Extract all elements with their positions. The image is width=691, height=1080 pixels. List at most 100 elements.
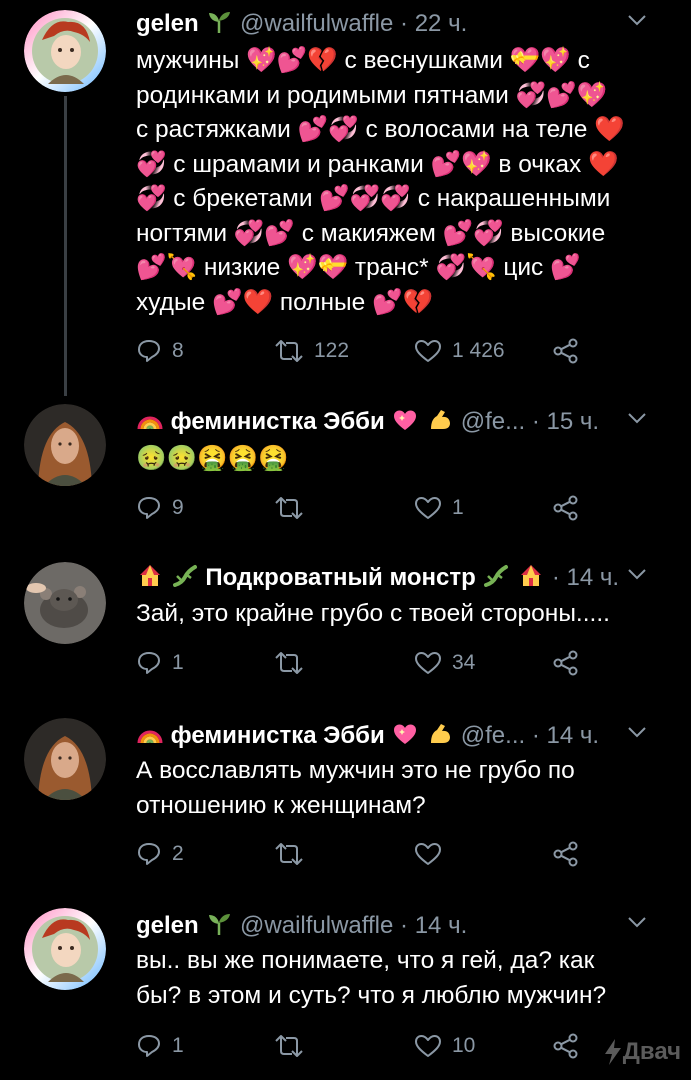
tweet-text-line: 💕💘 низкие 💖💝 транс* 💞💘 цис 💕 (136, 254, 581, 281)
rainbow-icon (137, 416, 163, 430)
retweet-icon (275, 340, 303, 362)
timestamp[interactable]: 15 ч. (547, 408, 600, 435)
reply-button[interactable]: 8 (136, 336, 184, 366)
retweet-button[interactable] (274, 648, 304, 678)
sparkling-heart-icon (394, 724, 417, 744)
separator-dot: · (400, 10, 409, 37)
reply-button[interactable]: 1 (136, 648, 184, 678)
sprout-icon (209, 12, 231, 33)
timestamp[interactable]: 14 ч. (547, 722, 600, 749)
user-handle[interactable]: @fe... (461, 722, 525, 749)
lizard-icon (484, 565, 509, 587)
display-name[interactable]: gelen (136, 10, 199, 37)
retweet-button[interactable]: 122 (274, 336, 349, 366)
tweet-text: А восславлять мужчин это не грубо по отн… (136, 754, 666, 823)
display-name[interactable]: феминистка Эбби (171, 722, 385, 749)
tweet-text: 🤢🤢🤮🤮🤮 (136, 442, 666, 477)
avatar[interactable] (24, 10, 106, 92)
timestamp[interactable]: 14 ч. (415, 912, 468, 939)
share-button[interactable] (552, 1031, 580, 1061)
sprout-icon (209, 914, 231, 935)
timestamp[interactable]: 22 ч. (415, 10, 468, 37)
avatar[interactable] (24, 718, 106, 800)
separator-dot: · (400, 912, 409, 939)
like-count: 1 (452, 496, 464, 519)
tweet-text-line: отношению к женщинам? (136, 791, 426, 819)
reply-count: 2 (172, 842, 184, 865)
retweet-button[interactable] (274, 839, 304, 869)
lizard-icon (172, 565, 197, 587)
avatar[interactable] (24, 404, 106, 486)
user-handle[interactable]: @fe... (461, 408, 525, 435)
sparkling-heart-icon (394, 410, 417, 430)
like-count: 1 426 (452, 339, 505, 362)
tweet-4: феминистка Эбби @fe... · 14 ч. А восслав… (0, 712, 691, 892)
tweet-text-line: бы? в этом и суть? что я люблю мужчин? (136, 981, 607, 1009)
reply-button[interactable]: 1 (136, 1031, 184, 1061)
retweet-icon (275, 1035, 303, 1057)
tweet-3: Подкроватный монстр · 14 ч. Зай, это кра… (0, 552, 691, 692)
separator-dot: · (531, 408, 540, 435)
share-button[interactable] (552, 648, 580, 678)
tweet-text-line: с растяжками 💕💞 с волосами на теле ❤️ (136, 116, 625, 143)
share-button[interactable] (552, 839, 580, 869)
reply-icon (138, 497, 160, 519)
reply-count: 8 (172, 339, 184, 362)
share-icon (553, 1033, 578, 1059)
retweet-icon (275, 652, 303, 674)
reply-count: 1 (172, 651, 184, 674)
display-name[interactable]: Подкроватный монстр (205, 564, 475, 591)
tweet-actions: 8 122 1 426 (136, 336, 596, 366)
share-icon (553, 650, 578, 676)
caret-down-icon[interactable] (625, 8, 649, 32)
caret-down-icon[interactable] (625, 406, 649, 430)
display-name[interactable]: gelen (136, 912, 199, 939)
separator-dot: · (551, 564, 560, 591)
tweet-actions: 1 10 (136, 1031, 596, 1061)
tweet-5: gelen @wailfulwaffle · 14 ч. вы.. вы же … (0, 904, 691, 1080)
reply-icon (138, 843, 160, 865)
reply-count: 1 (172, 1034, 184, 1057)
tweet-header: феминистка Эбби @fe... · 15 ч. (136, 406, 671, 438)
tweet-text-line: А восславлять мужчин это не грубо по (136, 757, 575, 784)
share-icon (553, 495, 578, 521)
retweet-icon (275, 843, 303, 865)
share-button[interactable] (552, 493, 580, 523)
reply-count: 9 (172, 496, 184, 519)
retweet-button[interactable] (274, 1031, 304, 1061)
share-button[interactable] (552, 336, 580, 366)
watermark: Двач (603, 1038, 681, 1066)
thread-line (64, 96, 67, 396)
tweet-header: Подкроватный монстр · 14 ч. (136, 562, 671, 594)
circus-tent-icon (140, 565, 160, 586)
retweet-button[interactable] (274, 493, 304, 523)
avatar[interactable] (24, 908, 106, 990)
like-button[interactable]: 10 (414, 1031, 475, 1061)
avatar[interactable] (24, 562, 106, 644)
tweet-2: феминистка Эбби @fe... · 15 ч. 🤢🤢🤮🤮🤮 9 1 (0, 390, 691, 530)
like-button[interactable]: 1 426 (414, 336, 505, 366)
reply-button[interactable]: 9 (136, 493, 184, 523)
caret-down-icon[interactable] (625, 562, 649, 586)
reply-icon (138, 652, 160, 674)
caret-down-icon[interactable] (625, 720, 649, 744)
display-name[interactable]: феминистка Эбби (171, 408, 385, 435)
user-handle[interactable]: @wailfulwaffle (240, 912, 393, 939)
user-handle[interactable]: @wailfulwaffle (240, 10, 393, 37)
reply-button[interactable]: 2 (136, 839, 184, 869)
timestamp[interactable]: 14 ч. (567, 564, 620, 591)
like-count: 10 (452, 1034, 476, 1057)
share-icon (553, 338, 578, 364)
flexed-biceps-icon (431, 410, 451, 429)
retweet-count: 122 (314, 339, 350, 362)
reply-icon (138, 340, 160, 362)
tweet-text: мужчины 💖💕💔 с веснушками 💝💖 с родинками … (136, 44, 666, 320)
like-count: 34 (452, 651, 476, 674)
tweet-text-line: 🤢🤢🤮🤮🤮 (136, 445, 289, 472)
like-button[interactable] (414, 839, 442, 869)
reply-icon (138, 1035, 160, 1057)
caret-down-icon[interactable] (625, 910, 649, 934)
like-button[interactable]: 34 (414, 648, 475, 678)
like-button[interactable]: 1 (414, 493, 464, 523)
tweet-actions: 9 1 (136, 493, 596, 523)
